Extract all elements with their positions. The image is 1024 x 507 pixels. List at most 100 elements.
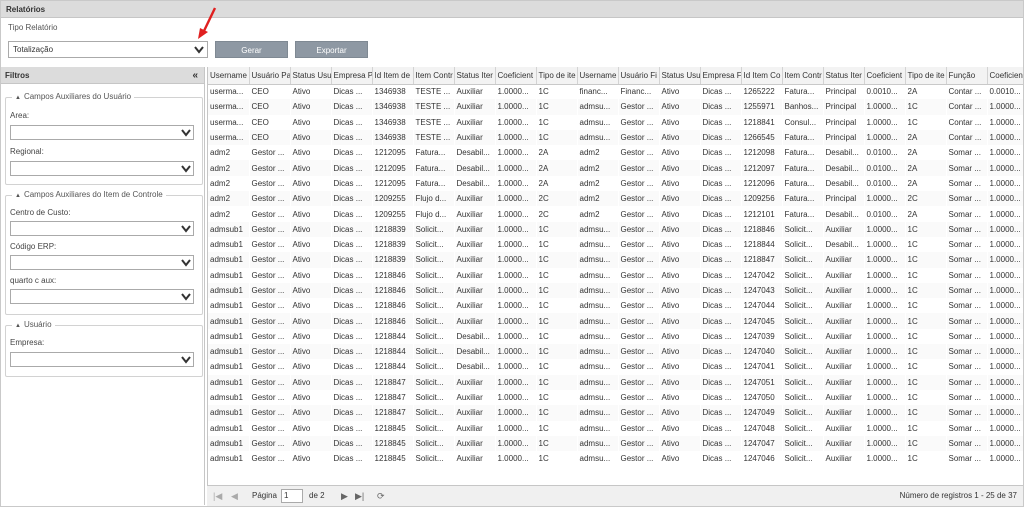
regional-select[interactable] (10, 161, 194, 176)
collapse-icon[interactable]: « (192, 67, 198, 84)
table-cell: Gestor ... (618, 405, 659, 421)
table-cell: Dicas ... (333, 393, 363, 403)
column-header[interactable]: Username (208, 67, 250, 85)
column-header[interactable]: Usuário Pa (249, 67, 291, 85)
table-cell: Solicit... (782, 435, 823, 452)
chevron-down-icon[interactable] (181, 127, 191, 138)
table-row[interactable]: admsub1 Gestor ... Ativo Dicas ... 1218844 So… (208, 329, 1023, 344)
table-row[interactable]: admsub1 Gestor ... Ativo Dicas ... 1218846 So… (208, 298, 1023, 313)
chevron-down-icon[interactable] (193, 43, 205, 56)
column-header[interactable]: Usuário Fi (618, 67, 660, 85)
column-header[interactable]: Status Iter (454, 67, 496, 85)
chevron-down-icon[interactable] (181, 223, 191, 234)
empresa-select[interactable] (10, 352, 194, 367)
table-row[interactable]: adm2 Gestor ... Ativo Dicas ... 1209255 Flujo… (208, 206, 1023, 221)
group-title[interactable]: ▲ Usuário (12, 320, 55, 329)
centro-custo-select[interactable] (10, 221, 194, 236)
table-cell: admsu... (577, 374, 618, 390)
table-cell: Dicas ... (331, 129, 372, 146)
page-input[interactable]: 1 (281, 489, 303, 503)
codigo-erp-select[interactable] (10, 255, 194, 270)
column-header[interactable]: Status Iter (823, 67, 865, 85)
column-header[interactable]: Coeficient (864, 67, 906, 85)
table-cell: Gestor ... (251, 301, 285, 311)
table-row[interactable]: admsub1 Gestor ... Ativo Dicas ... 1218847 So… (208, 390, 1023, 405)
table-cell: Dicas ... (331, 160, 372, 176)
prev-page-icon[interactable]: ◀ (231, 486, 238, 506)
next-page-icon[interactable]: ▶ (341, 486, 348, 506)
table-cell: admsu... (579, 117, 611, 127)
table-cell: 1.0000... (495, 99, 536, 115)
table-cell: Ativo (661, 362, 680, 372)
table-cell: Dicas ... (702, 362, 732, 372)
table-cell: 1346938 (372, 99, 413, 115)
first-page-icon[interactable]: |◀ (213, 486, 222, 506)
column-header[interactable]: Tipo de ite (905, 67, 947, 85)
column-header[interactable]: Status Usu (290, 67, 332, 85)
table-cell: 1.0000... (866, 301, 898, 311)
collapse-triangle-icon[interactable]: ▲ (15, 323, 21, 329)
column-header[interactable]: Tipo de ite (536, 67, 578, 85)
table-row[interactable]: admsub1 Gestor ... Ativo Dicas ... 1218839 So… (208, 252, 1023, 268)
table-cell: Gestor ... (251, 331, 285, 341)
table-row[interactable]: adm2 Gestor ... Ativo Dicas ... 1212095 Fatur… (208, 145, 1023, 160)
column-header[interactable]: Função (946, 67, 988, 85)
table-cell: 1.0000... (987, 282, 1023, 299)
column-header[interactable]: Coeficient (495, 67, 537, 85)
collapse-triangle-icon[interactable]: ▲ (15, 193, 21, 199)
table-row[interactable]: admsub1 Gestor ... Ativo Dicas ... 1218844 So… (208, 359, 1023, 374)
table-cell: adm2 (210, 209, 231, 219)
table-cell: Solicit... (415, 301, 444, 311)
column-header[interactable]: Item Contr (413, 67, 455, 85)
refresh-icon[interactable]: ⟳ (377, 486, 385, 506)
table-row[interactable]: userma... CEO Ativo Dicas ... 1346938 TESTE .… (208, 84, 1023, 99)
table-cell: 2A (907, 148, 918, 158)
table-cell: 1247042 (743, 270, 775, 280)
column-header[interactable]: Empresa P (331, 67, 373, 85)
table-cell: Gestor ... (249, 252, 290, 268)
table-row[interactable]: userma... CEO Ativo Dicas ... 1346938 TESTE .… (208, 129, 1023, 146)
table-cell: 1.0000... (864, 191, 905, 207)
table-row[interactable]: admsub1 Gestor ... Ativo Dicas ... 1218847 So… (208, 405, 1023, 421)
last-page-icon[interactable]: ▶| (355, 486, 364, 506)
table-row[interactable]: admsub1 Gestor ... Ativo Dicas ... 1218845 So… (208, 421, 1023, 436)
table-cell: Dicas ... (331, 405, 372, 421)
chevron-down-icon[interactable] (181, 291, 191, 302)
column-header[interactable]: Status Usu (659, 67, 701, 85)
table-row[interactable]: admsub1 Gestor ... Ativo Dicas ... 1218845 So… (208, 435, 1023, 452)
group-title[interactable]: ▲ Campos Auxiliares do Usuário (12, 92, 135, 101)
table-row[interactable]: adm2 Gestor ... Ativo Dicas ... 1212095 Fatur… (208, 160, 1023, 176)
column-header[interactable]: Coeficient (987, 67, 1023, 85)
table-row[interactable]: admsub1 Gestor ... Ativo Dicas ... 1218846 So… (208, 268, 1023, 283)
table-row[interactable]: admsub1 Gestor ... Ativo Dicas ... 1218839 So… (208, 221, 1023, 237)
table-row[interactable]: admsub1 Gestor ... Ativo Dicas ... 1218846 So… (208, 313, 1023, 329)
gerar-button[interactable]: Gerar (215, 41, 288, 58)
chevron-down-icon[interactable] (181, 163, 191, 174)
table-cell: Ativo (290, 405, 331, 421)
table-cell: Dicas ... (702, 209, 732, 219)
table-row[interactable]: adm2 Gestor ... Ativo Dicas ... 1212095 Fatur… (208, 176, 1023, 191)
tipo-relatorio-select[interactable]: Totalização (8, 41, 208, 58)
column-header[interactable]: Id Item Co (741, 67, 783, 85)
exportar-button[interactable]: Exportar (295, 41, 368, 58)
table-row[interactable]: admsub1 Gestor ... Ativo Dicas ... 1218847 So… (208, 374, 1023, 390)
table-cell: Dicas ... (700, 374, 741, 390)
table-row[interactable]: admsub1 Gestor ... Ativo Dicas ... 1218839 So… (208, 237, 1023, 252)
column-header[interactable]: Item Contr (782, 67, 824, 85)
area-select[interactable] (10, 125, 194, 140)
chevron-down-icon[interactable] (181, 257, 191, 268)
table-row[interactable]: adm2 Gestor ... Ativo Dicas ... 1209255 Flujo… (208, 191, 1023, 207)
chevron-down-icon[interactable] (181, 354, 191, 365)
quarto-c-aux-select[interactable] (10, 289, 194, 304)
column-header[interactable]: Id Item de (372, 67, 414, 85)
table-row[interactable]: admsub1 Gestor ... Ativo Dicas ... 1218846 So… (208, 282, 1023, 299)
table-row[interactable]: admsub1 Gestor ... Ativo Dicas ... 1218844 So… (208, 344, 1023, 360)
table-cell: 0.0100... (866, 148, 898, 158)
column-header[interactable]: Username (577, 67, 619, 85)
table-row[interactable]: userma... CEO Ativo Dicas ... 1346938 TESTE .… (208, 115, 1023, 130)
table-row[interactable]: userma... CEO Ativo Dicas ... 1346938 TESTE .… (208, 99, 1023, 115)
group-title[interactable]: ▲ Campos Auxiliares do Item de Controle (12, 190, 166, 199)
table-row[interactable]: admsub1 Gestor ... Ativo Dicas ... 1218845 So… (208, 451, 1023, 466)
collapse-triangle-icon[interactable]: ▲ (15, 95, 21, 101)
column-header[interactable]: Empresa F (700, 67, 742, 85)
